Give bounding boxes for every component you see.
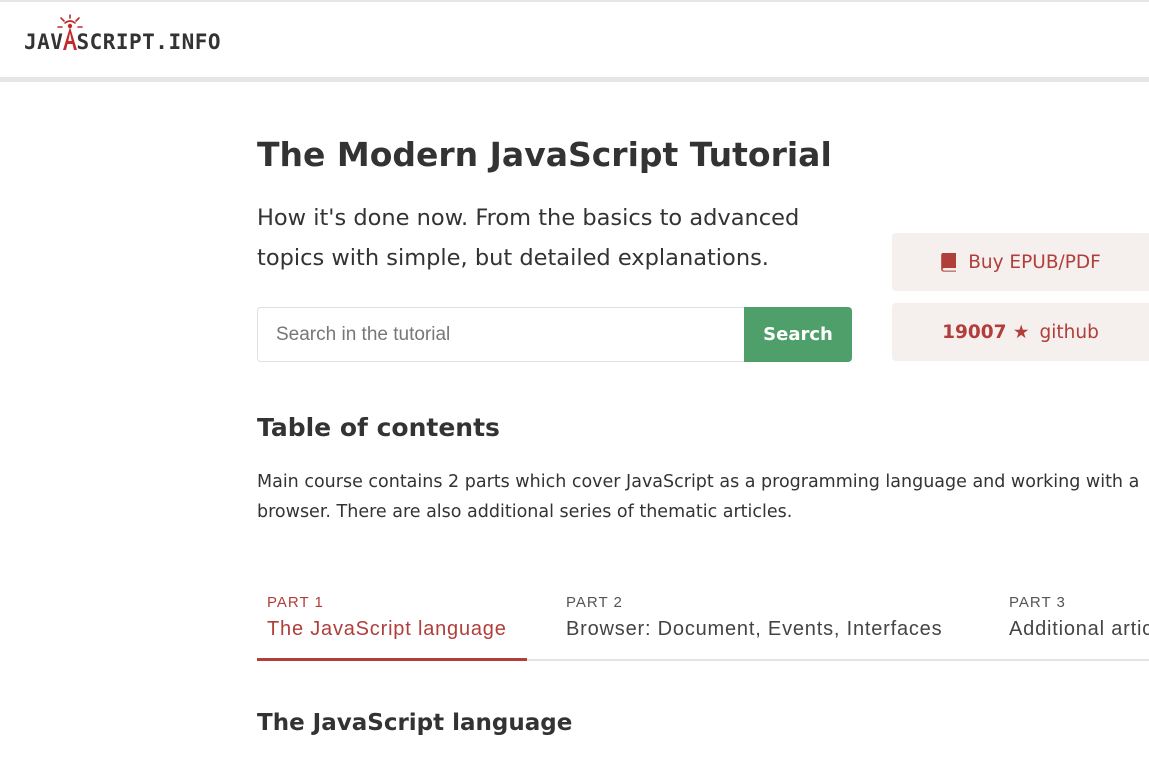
logo-text-right: SCRIPT.INFO (76, 30, 222, 54)
tab-label: Additional articles (1009, 618, 1149, 640)
search-form: Search (257, 307, 852, 362)
tab-label: Browser: Document, Events, Interfaces (566, 618, 943, 640)
part-tabs: PART 1 The JavaScript language PART 2 Br… (257, 590, 1149, 662)
github-stars-count: 19007 ★ (942, 321, 1030, 343)
search-button[interactable]: Search (744, 307, 852, 362)
tab-part-number: PART 1 (267, 594, 324, 611)
buy-epub-pdf-button[interactable]: Buy EPUB/PDF (892, 233, 1149, 291)
page-tagline: How it's done now. From the basics to ad… (257, 205, 800, 271)
buy-button-label: Buy EPUB/PDF (968, 251, 1101, 273)
logo-tower-icon (57, 14, 84, 56)
page-title: The Modern JavaScript Tutorial (257, 135, 832, 174)
header-divider (0, 77, 1149, 82)
site-header: JAV SCRIPT.INFO (0, 3, 1149, 77)
section-title: The JavaScript language (257, 710, 573, 736)
github-label: github (1039, 321, 1099, 343)
tab-part-number: PART 2 (566, 594, 623, 611)
tab-part-number: PART 3 (1009, 594, 1066, 611)
tab-part-2[interactable]: PART 2 Browser: Document, Events, Interf… (566, 590, 986, 660)
search-input[interactable] (257, 307, 744, 362)
tab-part-3[interactable]: PART 3 Additional articles (1009, 590, 1149, 660)
site-logo[interactable]: JAV SCRIPT.INFO (24, 14, 222, 56)
toc-description: Main course contains 2 parts which cover… (257, 472, 1140, 522)
book-icon (940, 252, 958, 272)
toc-title: Table of contents (257, 413, 500, 442)
github-button[interactable]: 19007 ★ github (892, 303, 1149, 361)
tab-label: The JavaScript language (267, 618, 507, 640)
top-border (0, 0, 1149, 2)
active-tab-indicator (257, 658, 527, 661)
tab-part-1[interactable]: PART 1 The JavaScript language (257, 590, 527, 660)
